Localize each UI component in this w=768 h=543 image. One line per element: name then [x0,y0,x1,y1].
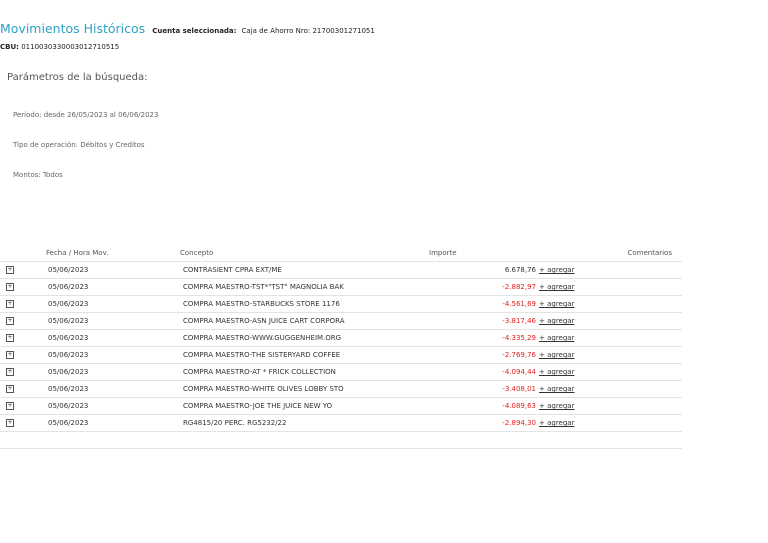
table-row: +05/06/2023 RG4815/20 PERC. RG5232/22 -2.8… [0,415,682,432]
cbu-value: 0110030330003012710515 [21,43,120,51]
header-concept: Concepto [180,249,214,257]
row-concept: COMPRA MAESTRO-WHITE OLIVES LOBBY STO [183,385,344,393]
page: Movimientos Históricos Cuenta selecciona… [0,0,768,543]
account-number: Caja de Ahorro Nro: 21700301271051 [241,27,375,35]
movements-table: Fecha / Hora Mov. Concepto Importe Comen… [0,246,682,432]
row-concept: COMPRA MAESTRO-STARBUCKS STORE 1176 [183,300,340,308]
row-concept: COMPRA MAESTRO-JOE THE JUICE NEW YO [183,402,333,410]
row-concept: RG4815/20 PERC. RG5232/22 [183,419,287,427]
row-amount: -4.094,44 [502,368,536,376]
table-row: +05/06/2023 COMPRA MAESTRO-THE SISTERYARD… [0,347,682,364]
table-row: +05/06/2023 COMPRA MAESTRO-AT * FRICK COL… [0,364,682,381]
divider [0,448,682,449]
row-amount: -4.335,29 [502,334,536,342]
row-concept: COMPRA MAESTRO-WWW.GUGGENHEIM.ORG [183,334,342,342]
row-amount: -2.769,76 [502,351,536,359]
row-amount: -4.561,69 [502,300,536,308]
table-header: Fecha / Hora Mov. Concepto Importe Comen… [0,246,682,262]
add-comment-link[interactable]: + agregar [539,266,574,274]
add-comment-link[interactable]: + agregar [539,402,574,410]
expand-plus-icon[interactable]: + [6,385,14,393]
header-amount: Importe [429,249,457,257]
row-date: 05/06/2023 [48,283,89,291]
row-date: 05/06/2023 [48,334,89,342]
table-row: +05/06/2023 COMPRA MAESTRO-TST*"TST" MAGN… [0,279,682,296]
expand-plus-icon[interactable]: + [6,317,14,325]
row-concept: COMPRA MAESTRO-THE SISTERYARD COFFEE [183,351,341,359]
expand-plus-icon[interactable]: + [6,300,14,308]
row-amount: -4.089,63 [502,402,536,410]
add-comment-link[interactable]: + agregar [539,283,574,291]
add-comment-link[interactable]: + agregar [539,300,574,308]
row-amount: -2.882,97 [502,283,536,291]
table-row: +05/06/2023 COMPRA MAESTRO-STARBUCKS STOR… [0,296,682,313]
param-montos: Montos: Todos [13,171,63,179]
table-row: +05/06/2023 COMPRA MAESTRO-ASN JUICE CART… [0,313,682,330]
row-date: 05/06/2023 [48,266,89,274]
add-comment-link[interactable]: + agregar [539,317,574,325]
search-params-title: Parámetros de la búsqueda: [7,72,148,83]
add-comment-link[interactable]: + agregar [539,419,574,427]
add-comment-link[interactable]: + agregar [539,385,574,393]
row-date: 05/06/2023 [48,368,89,376]
param-tipo-operacion: Tipo de operación: Débitos y Creditos [13,141,145,149]
expand-plus-icon[interactable]: + [6,368,14,376]
expand-plus-icon[interactable]: + [6,351,14,359]
header-comments: Comentarios [627,249,672,257]
row-date: 05/06/2023 [48,351,89,359]
table-row: +05/06/2023 COMPRA MAESTRO-JOE THE JUICE … [0,398,682,415]
row-date: 05/06/2023 [48,300,89,308]
expand-plus-icon[interactable]: + [6,334,14,342]
row-concept: COMPRA MAESTRO-AT * FRICK COLLECTION [183,368,336,376]
row-concept: COMPRA MAESTRO-ASN JUICE CART CORPORA [183,317,345,325]
row-concept: CONTRASIENT CPRA EXT/ME [183,266,282,274]
add-comment-link[interactable]: + agregar [539,351,574,359]
table-row: +05/06/2023 COMPRA MAESTRO-WHITE OLIVES L… [0,381,682,398]
row-date: 05/06/2023 [48,419,89,427]
table-row: +05/06/2023 COMPRA MAESTRO-WWW.GUGGENHEIM… [0,330,682,347]
header: Movimientos Históricos Cuenta selecciona… [0,18,375,37]
table-row: +05/06/2023 CONTRASIENT CPRA EXT/ME 6.678,… [0,262,682,279]
cbu-label: CBU: [0,43,19,51]
header-date: Fecha / Hora Mov. [46,249,109,257]
add-comment-link[interactable]: + agregar [539,368,574,376]
row-amount: 6.678,76 [504,266,536,274]
row-amount: -2.894,30 [502,419,536,427]
row-date: 05/06/2023 [48,402,89,410]
row-concept: COMPRA MAESTRO-TST*"TST" MAGNOLIA BAK [183,283,344,291]
expand-plus-icon[interactable]: + [6,266,14,274]
add-comment-link[interactable]: + agregar [539,334,574,342]
expand-plus-icon[interactable]: + [6,283,14,291]
param-periodo: Periodo: desde 26/05/2023 al 06/06/2023 [13,111,159,119]
expand-plus-icon[interactable]: + [6,402,14,410]
row-amount: -3.408,01 [502,385,536,393]
row-date: 05/06/2023 [48,317,89,325]
expand-plus-icon[interactable]: + [6,419,14,427]
row-amount: -3.817,46 [502,317,536,325]
account-label: Cuenta seleccionada: [152,27,237,35]
cbu-line: CBU: 0110030330003012710515 [0,43,119,51]
row-date: 05/06/2023 [48,385,89,393]
table-body: +05/06/2023 CONTRASIENT CPRA EXT/ME 6.678,… [0,262,682,432]
page-title: Movimientos Históricos [0,21,146,36]
